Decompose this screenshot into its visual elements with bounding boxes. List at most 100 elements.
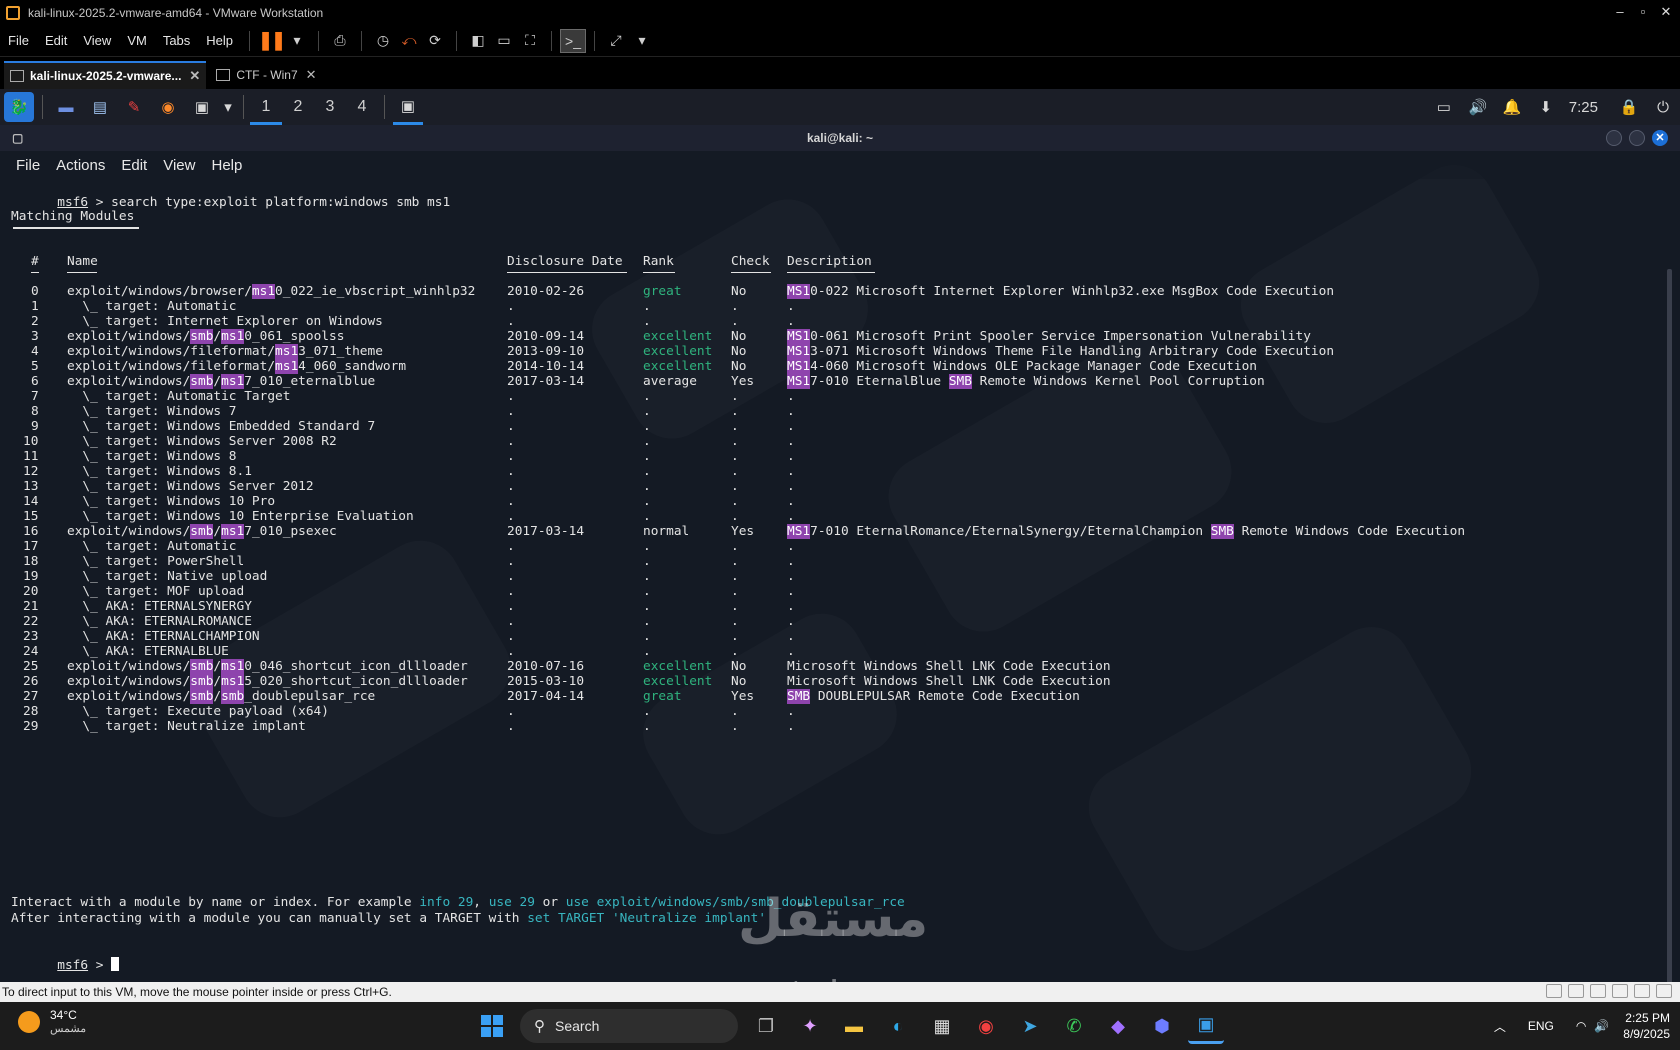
- revert-snapshot-icon[interactable]: ⤺: [396, 29, 422, 53]
- maximize-icon[interactable]: ▫: [1632, 0, 1654, 25]
- text-segment: .: [787, 494, 795, 509]
- row-module-name: \_ target: Windows Embedded Standard 7: [67, 419, 375, 435]
- text-editor-icon[interactable]: ✎: [119, 92, 149, 122]
- row-check: Yes: [731, 689, 755, 704]
- store-icon[interactable]: ▦: [924, 1008, 960, 1044]
- menu-help[interactable]: Help: [198, 33, 241, 48]
- terminal-menu-view[interactable]: View: [155, 157, 203, 174]
- app-icon[interactable]: ⬢: [1144, 1008, 1180, 1044]
- chrome-icon[interactable]: ◉: [968, 1008, 1004, 1044]
- hard-disk-icon[interactable]: [1546, 984, 1562, 998]
- search-match-highlight: MS1: [787, 344, 811, 359]
- whatsapp-icon[interactable]: ✆: [1056, 1008, 1092, 1044]
- full-screen-icon[interactable]: ⛶: [517, 29, 543, 53]
- table-row: 6 exploit/windows/smb/ms17_010_eternalblu…: [11, 374, 1651, 390]
- terminal-menu-actions[interactable]: Actions: [48, 157, 113, 174]
- send-ctrl-alt-del-icon[interactable]: ⎙: [327, 29, 353, 53]
- menu-vm[interactable]: VM: [119, 33, 155, 48]
- text-segment: ,: [473, 895, 489, 910]
- language-indicator[interactable]: ENG: [1528, 1019, 1554, 1033]
- minimize-icon[interactable]: –: [1609, 0, 1631, 25]
- copilot-icon[interactable]: ✦: [792, 1008, 828, 1044]
- workspace-4[interactable]: 4: [346, 89, 378, 125]
- menu-view[interactable]: View: [75, 33, 119, 48]
- telegram-icon[interactable]: ➤: [1012, 1008, 1048, 1044]
- app-icon[interactable]: ◆: [1100, 1008, 1136, 1044]
- task-view-icon[interactable]: ❐: [748, 1008, 784, 1044]
- terminal-launcher-icon[interactable]: ▣: [187, 92, 217, 122]
- close-terminal-icon[interactable]: ✕: [1652, 130, 1668, 146]
- menu-file[interactable]: File: [0, 33, 37, 48]
- file-explorer-icon[interactable]: ▬: [836, 1008, 872, 1044]
- guest-display[interactable]: 🐉 ▬ ▤ ✎ ◉ ▣ ▾ 1 2 3 4 ▣ ▭ 🔊 🔔 ⬇ 7:25 🔒 ⏻…: [0, 89, 1680, 982]
- terminal-scrollbar[interactable]: [1667, 269, 1672, 982]
- search-match-highlight: smb: [190, 329, 214, 344]
- text-segment: \_ target: Windows Server 2008 R2: [67, 434, 337, 449]
- row-rank: .: [643, 314, 651, 329]
- thumbnail-view-icon[interactable]: ▭: [491, 29, 517, 53]
- lock-icon[interactable]: 🔒: [1614, 92, 1644, 122]
- usb-icon[interactable]: [1590, 984, 1606, 998]
- workspace-3[interactable]: 3: [314, 89, 346, 125]
- notifications-icon[interactable]: 🔔: [1497, 92, 1527, 122]
- display-device-icon[interactable]: [1634, 984, 1650, 998]
- network-adapter-icon[interactable]: [1568, 984, 1584, 998]
- vmware-taskbar-icon[interactable]: ▣: [1188, 1008, 1224, 1044]
- panel-clock[interactable]: 7:25: [1569, 99, 1598, 116]
- update-icon[interactable]: ⬇: [1531, 92, 1561, 122]
- close-tab-icon[interactable]: ✕: [306, 67, 317, 83]
- terminal-task-button[interactable]: ▣: [393, 89, 423, 125]
- close-tab-icon[interactable]: ✕: [189, 68, 200, 84]
- row-date: .: [507, 539, 515, 554]
- file-manager-icon[interactable]: ▤: [85, 92, 115, 122]
- final-prompt-line[interactable]: msf6 >: [11, 941, 120, 973]
- snapshot-icon[interactable]: ◷: [370, 29, 396, 53]
- taskbar-clock[interactable]: 2:25 PM 8/9/2025: [1623, 1010, 1670, 1042]
- toolbar-divider: [361, 30, 363, 51]
- menu-tabs[interactable]: Tabs: [155, 33, 198, 48]
- maximize-terminal-icon[interactable]: [1629, 130, 1645, 146]
- volume-icon[interactable]: 🔊: [1463, 92, 1493, 122]
- terminal-menu-edit[interactable]: Edit: [113, 157, 155, 174]
- text-segment: \_ AKA: ETERNALSYNERGY: [67, 599, 252, 614]
- menu-edit[interactable]: Edit: [37, 33, 75, 48]
- firefox-icon[interactable]: ◉: [153, 92, 183, 122]
- row-date: .: [507, 629, 515, 644]
- message-log-icon[interactable]: [1656, 984, 1672, 998]
- volume-icon[interactable]: 🔊: [1594, 1019, 1609, 1033]
- minimize-terminal-icon[interactable]: [1606, 130, 1622, 146]
- show-desktop-icon[interactable]: ▬: [51, 92, 81, 122]
- close-window-icon[interactable]: ✕: [1655, 0, 1677, 25]
- weather-widget[interactable]: 34°C مشمس: [18, 1008, 86, 1035]
- chevron-up-icon[interactable]: ︿: [1494, 1018, 1506, 1035]
- row-index: 8: [31, 404, 39, 419]
- row-description: .: [787, 449, 795, 465]
- table-row: 2 \_ target: Internet Explorer on Window…: [11, 314, 1651, 330]
- edge-icon[interactable]: ◐: [880, 1008, 916, 1044]
- stretch-guest-icon[interactable]: ⤢: [603, 29, 629, 53]
- row-index: 22: [23, 614, 39, 629]
- terminal-output[interactable]: msf6 > search type:exploit platform:wind…: [11, 179, 1651, 979]
- pause-vm-icon[interactable]: ❚❚: [258, 29, 286, 53]
- search-box[interactable]: ⚲ Search: [520, 1009, 738, 1043]
- terminal-menu-file[interactable]: File: [0, 157, 48, 174]
- sound-card-icon[interactable]: [1612, 984, 1628, 998]
- workspace-2[interactable]: 2: [282, 89, 314, 125]
- system-tray: ︿ ENG ◠ 🔊 2:25 PM 8/9/2025: [1494, 1002, 1670, 1050]
- display-icon[interactable]: ▭: [1429, 92, 1459, 122]
- library-view-icon[interactable]: ◧: [465, 29, 491, 53]
- power-icon[interactable]: ⏻: [1648, 92, 1678, 122]
- console-view-icon[interactable]: >_: [560, 28, 587, 53]
- terminal-menu-help[interactable]: Help: [203, 157, 250, 174]
- workspace-1[interactable]: 1: [250, 89, 282, 125]
- wifi-icon[interactable]: ◠: [1576, 1019, 1586, 1033]
- kali-menu-icon[interactable]: 🐉: [4, 92, 34, 122]
- chevron-down-icon[interactable]: ▾: [221, 92, 235, 122]
- row-date: .: [507, 434, 515, 449]
- dropdown-arrow-icon[interactable]: ▾: [629, 29, 655, 53]
- start-button[interactable]: [474, 1008, 510, 1044]
- snapshot-manager-icon[interactable]: ⟳: [422, 29, 448, 53]
- dropdown-arrow-icon[interactable]: ▾: [284, 29, 310, 53]
- tab-kali-linux[interactable]: kali-linux-2025.2-vmware... ✕: [4, 61, 207, 89]
- tab-ctf-win7[interactable]: CTF - Win7 ✕: [210, 61, 322, 89]
